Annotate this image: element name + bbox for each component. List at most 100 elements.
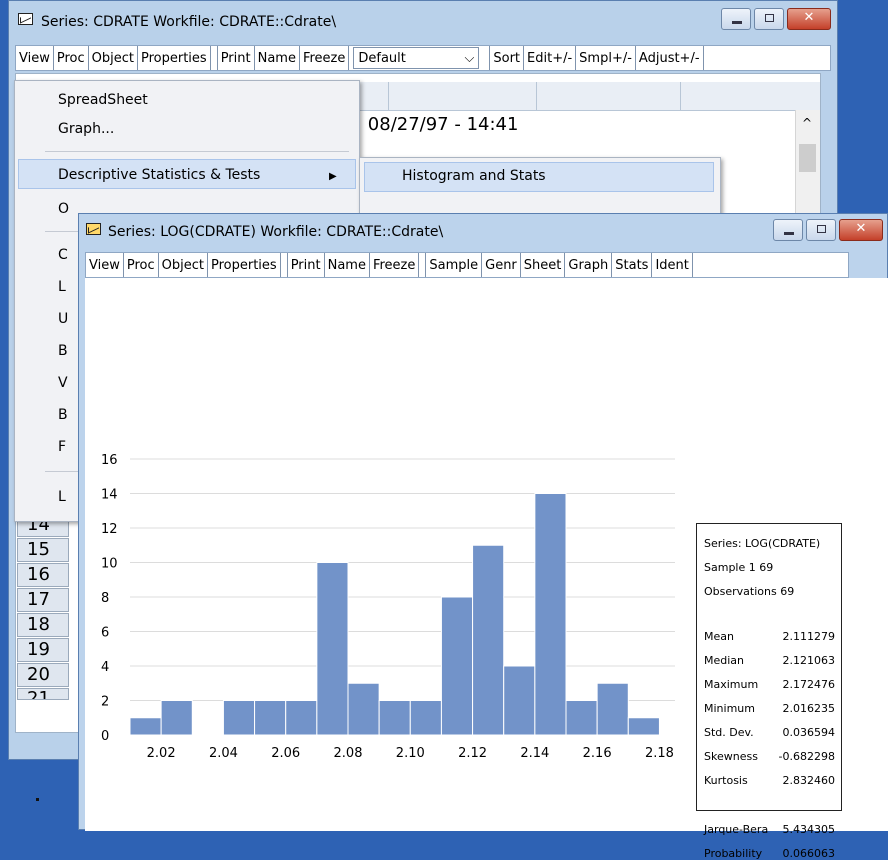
stat-row-kurtosis: Kurtosis 2.832460 (704, 774, 835, 787)
toolbar-freeze-button[interactable]: Freeze (369, 253, 420, 277)
histogram-bar (222, 700, 256, 736)
toolbar-print-button[interactable]: Print (216, 46, 255, 70)
toolbar-sort-button[interactable]: Sort (489, 46, 525, 70)
stat-row-median: Median 2.121063 (704, 654, 835, 667)
menu-item-l2[interactable]: L (58, 489, 66, 505)
histogram-bar (440, 596, 474, 736)
stat-row-std-dev: Std. Dev. 0.036594 (704, 726, 835, 739)
toolbar-sheet-button[interactable]: Sheet (520, 253, 566, 277)
stat-value: -0.682298 (778, 750, 835, 763)
column-divider (388, 82, 389, 110)
select-value: Default (358, 50, 406, 66)
menu-item-v[interactable]: V (58, 375, 68, 391)
toolbar-proc-button[interactable]: Proc (53, 46, 89, 70)
row-label[interactable]: 17 (17, 588, 69, 612)
x-tick-label: 2.04 (209, 746, 238, 761)
histogram-bar (316, 562, 349, 736)
series-icon (86, 223, 101, 235)
toolbar-proc-button[interactable]: Proc (123, 253, 159, 277)
stat-row-minimum: Minimum 2.016235 (704, 702, 835, 715)
toolbar-stats-button[interactable]: Stats (612, 253, 653, 277)
minimize-button[interactable] (721, 8, 751, 30)
y-tick-label: 4 (101, 660, 109, 675)
row-label[interactable]: 20 (17, 663, 69, 687)
x-tick-label: 2.10 (396, 746, 425, 761)
close-button[interactable]: ✕ (787, 8, 831, 30)
row-label[interactable]: 16 (17, 563, 69, 587)
menu-separator (45, 151, 349, 152)
toolbar-name-button[interactable]: Name (324, 253, 370, 277)
x-tick-label: 2.16 (583, 746, 612, 761)
toolbar-view-button[interactable]: View (86, 253, 124, 277)
toolbar-freeze-button[interactable]: Freeze (299, 46, 350, 70)
submenu-arrow-icon: ▶ (329, 171, 337, 182)
stat-value: 2.172476 (782, 678, 836, 691)
menu-item-b2[interactable]: B (58, 407, 68, 423)
series-window-log-cdrate: Series: LOG(CDRATE) Workfile: CDRATE::Cd… (78, 213, 888, 860)
stat-name: Std. Dev. (704, 726, 754, 739)
toolbar-properties-button[interactable]: Properties (207, 253, 281, 277)
title-bar[interactable]: Series: LOG(CDRATE) Workfile: CDRATE::Cd… (79, 214, 887, 250)
stat-name: Kurtosis (704, 774, 748, 787)
column-divider (536, 82, 537, 110)
menu-item-b[interactable]: B (58, 343, 68, 359)
menu-item-u[interactable]: U (58, 311, 68, 327)
menu-item-l[interactable]: L (58, 279, 66, 295)
maximize-icon (765, 14, 774, 22)
submenu-item-histogram-stats[interactable]: Histogram and Stats (402, 168, 546, 184)
toolbar-sample-button[interactable]: Sample (425, 253, 483, 277)
row-label[interactable]: 19 (17, 638, 69, 662)
histogram-bar (129, 717, 162, 736)
histogram-bar (160, 700, 193, 736)
minimize-button[interactable] (773, 219, 803, 241)
stat-value: 2.111279 (782, 630, 836, 643)
x-tick-label: 2.08 (334, 746, 363, 761)
close-button[interactable]: ✕ (839, 219, 883, 241)
menu-item-c[interactable]: C (58, 247, 68, 263)
stats-panel: Series: LOG(CDRATE) Sample 1 69 Observat… (696, 523, 842, 860)
toolbar-object-button[interactable]: Object (158, 253, 208, 277)
stat-value: 2.832460 (782, 774, 836, 787)
title-bar[interactable]: Series: CDRATE Workfile: CDRATE::Cdrate\… (9, 1, 837, 45)
toolbar-genr-button[interactable]: Genr (482, 253, 521, 277)
stat-value: 2.016235 (782, 702, 836, 715)
row-label[interactable]: 21 (17, 688, 69, 700)
toolbar-edit-button[interactable]: Edit+/- (524, 46, 577, 70)
toolbar-view-button[interactable]: View (16, 46, 54, 70)
row-label[interactable]: 15 (17, 538, 69, 562)
toolbar-name-button[interactable]: Name (254, 46, 300, 70)
y-tick-label: 16 (101, 453, 118, 468)
y-tick-label: 14 (101, 488, 118, 503)
toolbar-print-button[interactable]: Print (286, 253, 325, 277)
y-tick-label: 8 (101, 591, 109, 606)
menu-item-descriptive-stats[interactable]: Descriptive Statistics & Tests (58, 167, 260, 183)
menu-item-graph[interactable]: Graph... (58, 121, 114, 137)
chevron-down-icon: ⌵ (464, 50, 475, 66)
stats-series-label: Series: LOG(CDRATE) (704, 537, 821, 550)
toolbar-smpl-button[interactable]: Smpl+/- (576, 46, 636, 70)
histogram-chart: 0 2 4 6 8 10 12 14 16 2.02 2.04 2.06 2.08 2.10 2.12 2.1… (101, 453, 675, 761)
stat-value: 0.066063 (782, 847, 836, 860)
menu-item-spreadsheet[interactable]: SpreadSheet (58, 92, 148, 108)
y-tick-label: 10 (101, 557, 118, 572)
histogram-view: 0 2 4 6 8 10 12 14 16 2.02 2.04 2.06 2.08 2.10 2.12 2.1… (85, 278, 888, 860)
display-format-select[interactable]: Default ⌵ (353, 47, 480, 69)
toolbar-object-button[interactable]: Object (88, 46, 138, 70)
minimize-icon (784, 232, 794, 235)
toolbar-ident-button[interactable]: Ident (652, 253, 693, 277)
scroll-thumb[interactable] (799, 144, 816, 172)
window-title: Series: LOG(CDRATE) Workfile: CDRATE::Cd… (108, 224, 444, 240)
maximize-button[interactable] (754, 8, 784, 30)
x-tick-label: 2.06 (271, 746, 300, 761)
toolbar-adjust-button[interactable]: Adjust+/- (635, 46, 704, 70)
column-divider (680, 82, 681, 110)
scroll-up-icon[interactable]: ^ (802, 116, 812, 130)
stat-row-probability: Probability 0.066063 (704, 847, 835, 860)
menu-item-o[interactable]: O (58, 201, 69, 217)
menu-item-f[interactable]: F (58, 439, 66, 455)
toolbar-graph-button[interactable]: Graph (565, 253, 613, 277)
stat-name: Minimum (704, 702, 755, 715)
toolbar-properties-button[interactable]: Properties (137, 46, 211, 70)
row-label[interactable]: 18 (17, 613, 69, 637)
maximize-button[interactable] (806, 219, 836, 241)
